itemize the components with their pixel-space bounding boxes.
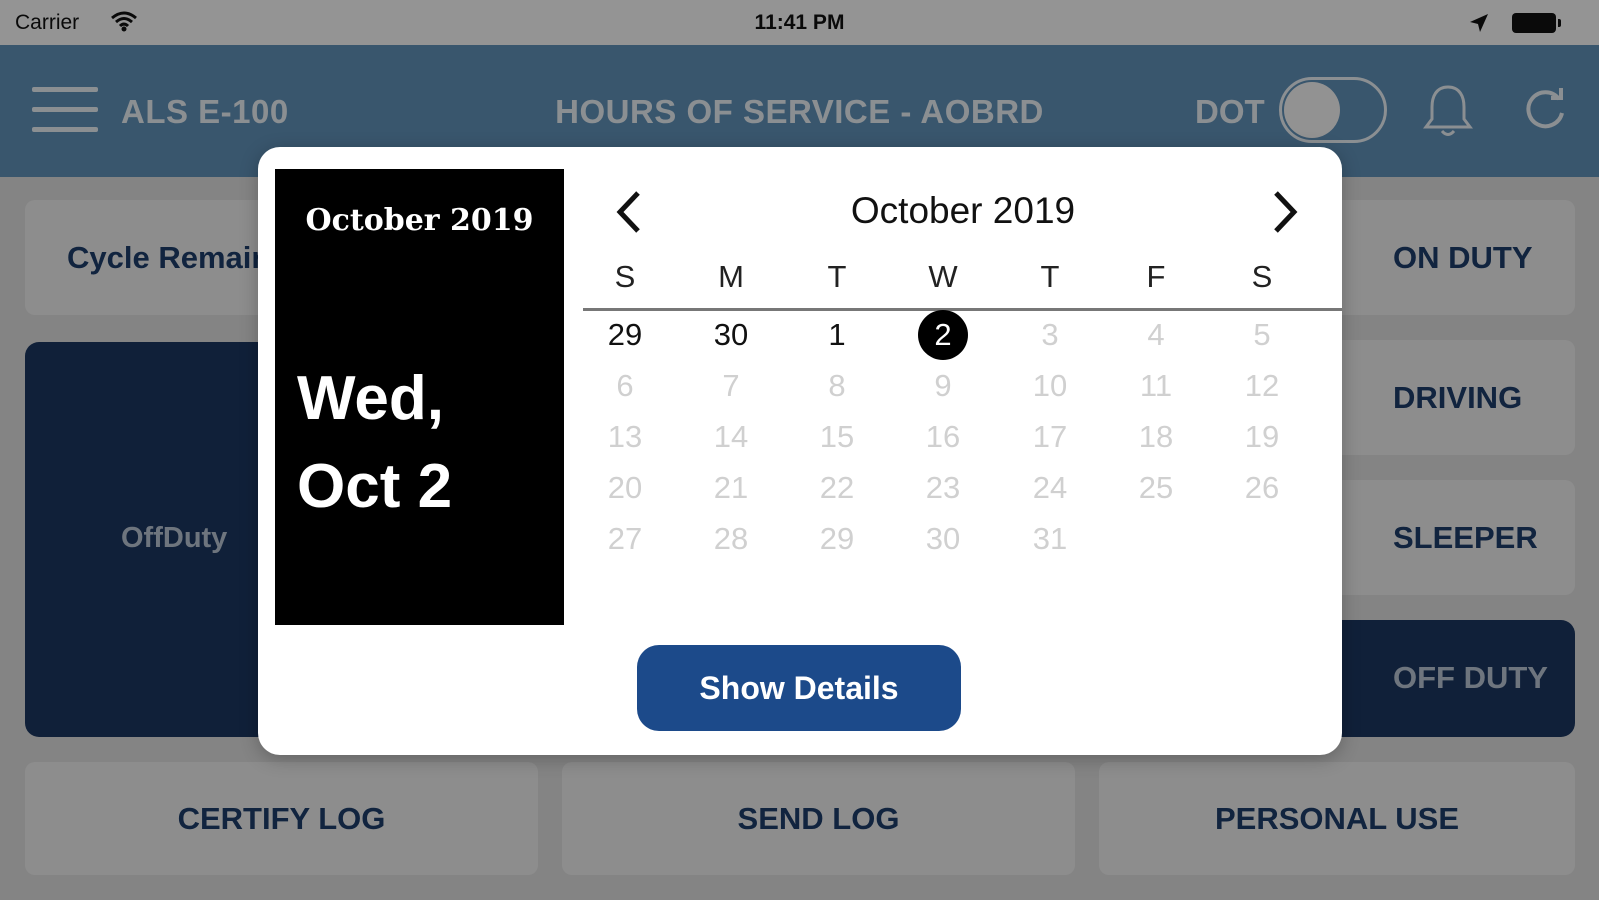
calendar-day: 8 — [828, 368, 846, 403]
header-weekday: Wed, — [297, 364, 444, 433]
calendar-day: 21 — [713, 470, 749, 505]
calendar-day: 31 — [1032, 521, 1068, 556]
calendar-day: 26 — [1244, 470, 1280, 505]
calendar-day: 17 — [1032, 419, 1068, 454]
calendar-day: 16 — [925, 419, 961, 454]
calendar-day: 18 — [1138, 419, 1174, 454]
selected-day[interactable]: 2 — [918, 310, 968, 360]
calendar-day: 23 — [925, 470, 961, 505]
weekday-label: T — [1040, 259, 1060, 294]
weekday-label: M — [718, 259, 744, 294]
weekday-label: F — [1146, 259, 1166, 294]
calendar-day: 10 — [1032, 368, 1068, 403]
calendar-day: 24 — [1032, 470, 1068, 505]
weekday-divider — [583, 308, 1342, 311]
weekday-label: S — [614, 259, 636, 294]
calendar-day: 25 — [1138, 470, 1174, 505]
chevron-right-icon — [1274, 191, 1298, 233]
weekday-label: S — [1251, 259, 1273, 294]
calendar-day: 13 — [607, 419, 643, 454]
weekday-label: T — [827, 259, 847, 294]
calendar-day[interactable]: 30 — [706, 310, 756, 360]
date-picker-dialog: October 2019 Wed, Oct 2 October 2019 S M T… — [258, 147, 1342, 755]
header-selected-date: Wed, Oct 2 — [297, 355, 452, 531]
show-details-button[interactable]: Show Details — [637, 645, 961, 731]
calendar-day: 19 — [1244, 419, 1280, 454]
calendar-day: 5 — [1253, 317, 1271, 352]
previous-month-button[interactable] — [606, 187, 656, 237]
calendar-day: 4 — [1147, 317, 1165, 352]
weekday-header-row: SMTWTFS — [583, 259, 1343, 301]
calendar-day: 9 — [934, 368, 952, 403]
calendar-day: 22 — [819, 470, 855, 505]
weekday-label: W — [928, 259, 958, 294]
calendar-day[interactable]: 29 — [600, 310, 650, 360]
calendar-day: 3 — [1041, 317, 1059, 352]
header-month-year: October 2019 — [305, 203, 534, 238]
calendar-day: 12 — [1244, 368, 1280, 403]
calendar-day: 11 — [1139, 368, 1173, 403]
calendar-day: 28 — [713, 521, 749, 556]
header-month-day: Oct 2 — [297, 452, 453, 521]
selected-date-header: October 2019 Wed, Oct 2 — [275, 169, 564, 625]
calendar-day: 29 — [819, 521, 855, 556]
chevron-left-icon — [616, 191, 640, 233]
calendar-day[interactable]: 1 — [812, 310, 862, 360]
calendar-day: 20 — [607, 470, 643, 505]
calendar-day: 14 — [713, 419, 749, 454]
calendar-day: 6 — [616, 368, 634, 403]
calendar-day: 7 — [722, 368, 740, 403]
calendar-day: 15 — [819, 419, 855, 454]
calendar-day: 30 — [925, 521, 961, 556]
calendar-day: 27 — [607, 521, 643, 556]
calendar-month-title: October 2019 — [850, 190, 1076, 231]
next-month-button[interactable] — [1258, 187, 1308, 237]
